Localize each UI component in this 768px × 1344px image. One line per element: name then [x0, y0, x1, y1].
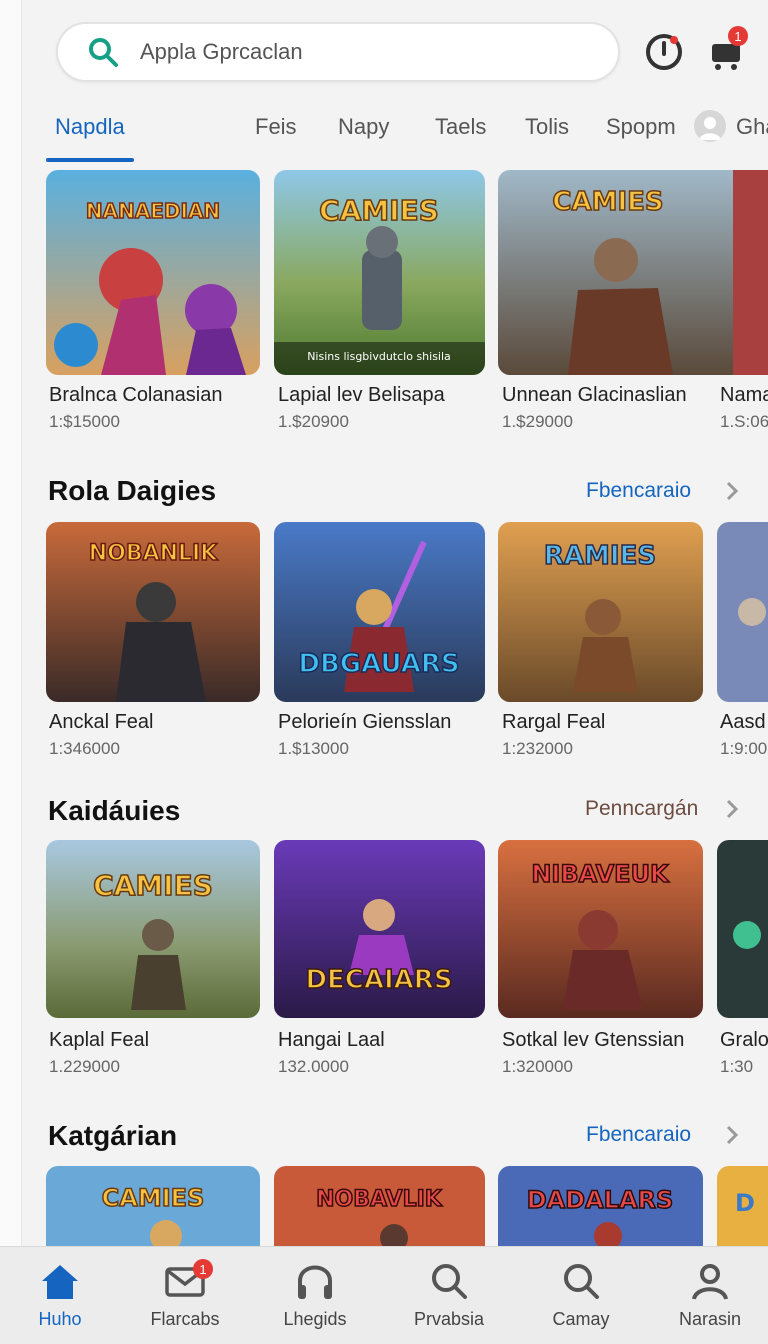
game-price: 1:9:00	[720, 739, 768, 758]
card-art-title: DBGAUARS	[298, 649, 459, 679]
section-title: Rola Daigies	[48, 475, 217, 506]
game-card-art[interactable]	[717, 522, 768, 702]
mail-badge: 1	[193, 1259, 213, 1279]
game-title[interactable]: Lapial lev Belisapa	[278, 384, 445, 407]
game-card-art[interactable]: CAMIES	[46, 840, 260, 1018]
nav-label: Huho	[38, 1309, 82, 1329]
game-title[interactable]: Sotkal lev Gtenssian	[502, 1029, 684, 1052]
game-title[interactable]: Gralo	[720, 1029, 768, 1052]
game-price: 1.S:06	[720, 412, 768, 431]
card-art-title: DECAIARS	[305, 965, 452, 995]
section-see-all-link[interactable]: Penncargán	[585, 797, 698, 821]
active-tab-indicator	[46, 158, 134, 162]
card-art-caption: Nisins lisgbivdutclo shisila	[307, 350, 451, 363]
tab-feis[interactable]: Feis	[255, 114, 297, 140]
nav-item-flarcabs[interactable]: 1 Flarcabs	[125, 1259, 245, 1330]
home-icon	[42, 1265, 78, 1299]
nav-label: Flarcabs	[150, 1309, 220, 1329]
card-art-title: NOBAVLIK	[316, 1187, 443, 1212]
cart-badge: 1	[728, 26, 748, 46]
game-title[interactable]: Anckal Feal	[49, 711, 154, 734]
game-card-art[interactable]: DBGAUARS	[274, 522, 485, 702]
card-art-title: CAMIES	[93, 869, 213, 902]
game-price: 1:346000	[49, 739, 120, 758]
left-edge-rail	[0, 0, 22, 1344]
game-title[interactable]: Rargal Feal	[502, 711, 605, 734]
nav-label: Lhegids	[283, 1309, 347, 1329]
card-art-title: NIBAVEUK	[531, 860, 670, 888]
search-bar[interactable]: Appla Gprcaclan	[56, 22, 620, 82]
nav-item-narasin[interactable]: Narasin	[650, 1259, 768, 1330]
card-art-title: D	[735, 1189, 755, 1217]
game-title[interactable]: Bralnca Colanasian	[49, 384, 222, 407]
tab-gha[interactable]: Gha	[736, 114, 768, 140]
search-icon	[564, 1264, 599, 1299]
game-title[interactable]: Aasd	[720, 711, 766, 734]
category-tabs: Napdla Feis Napy Taels Tolis Spopm Gha	[0, 100, 768, 166]
section-see-all-link[interactable]: Fbencaraio	[586, 1123, 691, 1147]
game-title[interactable]: Nama	[720, 384, 768, 407]
game-card-art[interactable]: NOBAVLIK	[274, 1166, 485, 1246]
game-price: 1.229000	[49, 1057, 120, 1076]
headphones-icon	[298, 1265, 332, 1299]
game-card-art[interactable]: CAMIES	[46, 1166, 260, 1246]
nav-item-lhegids[interactable]: Lhegids	[255, 1259, 375, 1330]
nav-label: Camay	[552, 1309, 610, 1329]
game-title[interactable]: Hangai Laal	[278, 1029, 385, 1052]
avatar-icon[interactable]	[694, 110, 726, 142]
game-card-art[interactable]: NOBANLIK	[46, 522, 260, 702]
game-card-art[interactable]: CAMIES Nisins lisgbivdutclo shisila	[274, 170, 485, 375]
tab-spopm[interactable]: Spopm	[606, 114, 676, 140]
nav-item-camay[interactable]: Camay	[521, 1259, 641, 1330]
game-title[interactable]: Pelorieín Giensslan	[278, 711, 451, 734]
search-icon	[432, 1264, 467, 1299]
game-price: 1:30	[720, 1057, 754, 1076]
card-art-title: CAMIES	[552, 187, 663, 217]
game-price: 1.$20900	[278, 412, 349, 431]
game-card-art[interactable]: RAMIES	[498, 522, 703, 702]
game-card-art[interactable]: DADALARS	[498, 1166, 703, 1246]
game-card-art[interactable]: NANAEDIAN	[46, 170, 260, 375]
search-input[interactable]: Appla Gprcaclan	[140, 39, 303, 65]
chevron-right-icon[interactable]	[722, 798, 742, 820]
card-art-title: CAMIES	[319, 194, 439, 227]
game-price: 1:232000	[502, 739, 573, 758]
game-card-art[interactable]	[717, 840, 768, 1018]
top-bar: Appla Gprcaclan 1	[0, 0, 768, 100]
nav-item-prvabsia[interactable]: Prvabsia	[389, 1259, 509, 1330]
game-card-art[interactable]: NIBAVEUK	[498, 840, 703, 1018]
nav-label: Narasin	[678, 1309, 742, 1329]
card-art-title: NOBANLIK	[89, 541, 219, 566]
game-card-art[interactable]: CAMIES	[498, 170, 768, 375]
card-art-title: CAMIES	[102, 1184, 205, 1212]
game-title[interactable]: Kaplal Feal	[49, 1029, 149, 1052]
clock-alert-icon[interactable]	[642, 30, 686, 74]
bottom-navigation: Huho 1 Flarcabs Lhegids Prvabsia Camay N…	[0, 1246, 768, 1344]
profile-icon	[692, 1264, 728, 1300]
game-price: 1:$15000	[49, 412, 120, 431]
section-title: Katgárian	[48, 1120, 178, 1151]
section-see-all-link[interactable]: Fbencaraio	[586, 479, 691, 503]
search-icon	[89, 38, 118, 67]
card-art-title: RAMIES	[544, 541, 656, 571]
chevron-right-icon[interactable]	[722, 480, 742, 502]
tab-tolis[interactable]: Tolis	[525, 114, 569, 140]
game-price: 1:320000	[502, 1057, 573, 1076]
tab-taels[interactable]: Taels	[435, 114, 486, 140]
card-art-title: NANAEDIAN	[86, 199, 220, 223]
game-card-art[interactable]: D	[717, 1166, 768, 1246]
nav-label: Prvabsia	[413, 1309, 485, 1329]
nav-item-huho[interactable]: Huho	[0, 1259, 120, 1330]
chevron-right-icon[interactable]	[722, 1124, 742, 1146]
tab-napdla[interactable]: Napdla	[55, 114, 125, 140]
game-price: 132.0000	[278, 1057, 349, 1076]
cart-icon[interactable]: 1	[704, 26, 748, 74]
tab-napy[interactable]: Napy	[338, 114, 389, 140]
game-card-art[interactable]: DECAIARS	[274, 840, 485, 1018]
game-price: 1.$13000	[278, 739, 349, 758]
game-price: 1.$29000	[502, 412, 573, 431]
section-title: Kaidáuies	[48, 795, 181, 826]
game-title[interactable]: Unnean Glacinaslian	[502, 384, 687, 407]
card-art-title: DADALARS	[527, 1186, 674, 1214]
